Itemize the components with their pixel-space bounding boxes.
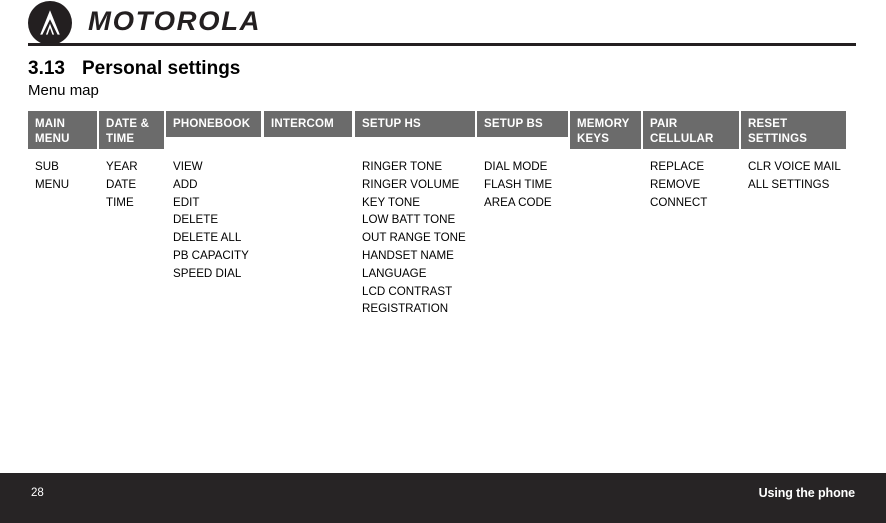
menu-map-column-header[interactable]: MEMORY KEYS [570, 111, 641, 149]
menu-map-column-header[interactable]: PHONEBOOK [166, 111, 261, 137]
menu-map-column-items: REPLACE REMOVE CONNECT [643, 149, 739, 211]
menu-map-item[interactable]: AREA CODE [484, 194, 568, 212]
footer-page-number: 28 [31, 487, 44, 499]
menu-map-column-header-line: RESET [748, 118, 788, 130]
menu-map-item[interactable]: DELETE [173, 211, 261, 229]
menu-map-table: MAIN MENU SUB MENU DATE & TIME YEAR DATE TIME PHO… [28, 111, 846, 331]
brand-wordmark-text: MOTOROLA [88, 5, 262, 36]
menu-map-column-header[interactable]: INTERCOM [264, 111, 352, 137]
menu-map-item[interactable]: REGISTRATION [362, 300, 475, 318]
section-number: 3.13 [28, 58, 65, 79]
menu-map-item[interactable]: REPLACE [650, 158, 739, 176]
menu-map-item[interactable]: MENU [35, 176, 97, 194]
menu-map-item[interactable]: EDIT [173, 194, 261, 212]
page-footer: 28 Using the phone [0, 473, 886, 523]
menu-map-item[interactable]: RINGER VOLUME [362, 176, 475, 194]
brand-header: MOTOROLA [28, 0, 856, 46]
menu-map-column: SETUP HS RINGER TONE RINGER VOLUME KEY TONE… [355, 111, 475, 318]
menu-map-column-header-line: PHONEBOOK [173, 118, 251, 130]
menu-map-column-items [570, 149, 641, 158]
menu-map-column-header-line: KEYS [577, 132, 610, 145]
menu-map-item[interactable]: VIEW [173, 158, 261, 176]
menu-map-item[interactable]: RINGER TONE [362, 158, 475, 176]
menu-map-column-header-line: SETUP HS [362, 118, 421, 130]
footer-section-label: Using the phone [758, 486, 856, 500]
menu-map-column-items: RINGER TONE RINGER VOLUME KEY TONE LOW BATT… [355, 149, 475, 318]
menu-map-column: RESET SETTINGS CLR VOICE MAIL ALL SETTINGS [741, 111, 846, 194]
menu-map-column-items: YEAR DATE TIME [99, 149, 164, 211]
menu-map-item[interactable]: YEAR [106, 158, 164, 176]
menu-map-column: MEMORY KEYS [570, 111, 641, 158]
menu-map-item[interactable]: LOW BATT TONE [362, 211, 475, 229]
menu-map-column-items [264, 149, 352, 158]
menu-map-column: DATE & TIME YEAR DATE TIME [99, 111, 164, 211]
menu-map-column-header-line: SETTINGS [748, 132, 808, 145]
menu-map-column: MAIN MENU SUB MENU [28, 111, 97, 194]
menu-map-item[interactable]: DELETE ALL [173, 229, 261, 247]
motorola-batwing-logo-icon [28, 1, 72, 45]
menu-map-item[interactable]: ALL SETTINGS [748, 176, 846, 194]
menu-map-column-header[interactable]: SETUP HS [355, 111, 475, 137]
menu-map-column-header-line: INTERCOM [271, 118, 334, 130]
menu-map-column-header-line: TIME [106, 132, 135, 145]
menu-map-column-header[interactable]: RESET SETTINGS [741, 111, 846, 149]
menu-map-column-items: CLR VOICE MAIL ALL SETTINGS [741, 149, 846, 194]
menu-map-column: INTERCOM [264, 111, 352, 158]
menu-map-item[interactable]: CONNECT [650, 194, 739, 212]
menu-map-column-header-line: MENU [35, 132, 70, 145]
menu-map-item[interactable]: SPEED DIAL [173, 265, 261, 283]
menu-map-column-header-line: SETUP BS [484, 118, 543, 130]
menu-map-column-items: DIAL MODE FLASH TIME AREA CODE [477, 149, 568, 211]
menu-map-item[interactable]: OUT RANGE TONE [362, 229, 475, 247]
menu-map-column-header[interactable]: DATE & TIME [99, 111, 164, 149]
menu-map-column-header-line: MEMORY [577, 118, 630, 130]
menu-map-item[interactable]: ADD [173, 176, 261, 194]
menu-map-item[interactable]: FLASH TIME [484, 176, 568, 194]
brand-wordmark: MOTOROLA [88, 5, 262, 37]
menu-map-item[interactable]: SUB [35, 158, 97, 176]
section-title: Personal settings [81, 58, 241, 79]
menu-map-column-items: SUB MENU [28, 149, 97, 194]
subsection-title: Menu map [28, 82, 99, 99]
menu-map-column-items: VIEW ADD EDIT DELETE DELETE ALL PB CAPACITY SP… [166, 149, 261, 283]
menu-map-column-header-line: MAIN [35, 118, 66, 130]
menu-map-column-header[interactable]: MAIN MENU [28, 111, 97, 149]
menu-map-item[interactable]: LCD CONTRAST [362, 283, 475, 301]
menu-map-column-header-line: DATE & [106, 118, 150, 130]
menu-map-item[interactable]: DATE [106, 176, 164, 194]
menu-map-item[interactable]: HANDSET NAME [362, 247, 475, 265]
menu-map-item[interactable]: KEY TONE [362, 194, 475, 212]
menu-map-column-header[interactable]: SETUP BS [477, 111, 568, 137]
menu-map-item[interactable]: TIME [106, 194, 164, 212]
menu-map-item[interactable]: REMOVE [650, 176, 739, 194]
menu-map-column-header-line: PAIR [650, 118, 678, 130]
menu-map-item[interactable]: DIAL MODE [484, 158, 568, 176]
menu-map-column: SETUP BS DIAL MODE FLASH TIME AREA CODE [477, 111, 568, 211]
menu-map-column: PAIR CELLULAR REPLACE REMOVE CONNECT [643, 111, 739, 211]
menu-map-item[interactable]: PB CAPACITY [173, 247, 261, 265]
page-title: 3.13 Personal settings [28, 58, 240, 80]
menu-map-column-header-line: CELLULAR [650, 132, 714, 145]
header-divider-rule [28, 43, 856, 46]
menu-map-item[interactable]: CLR VOICE MAIL [748, 158, 846, 176]
menu-map-column: PHONEBOOK VIEW ADD EDIT DELETE DELETE ALL PB C… [166, 111, 261, 283]
menu-map-item[interactable]: LANGUAGE [362, 265, 475, 283]
menu-map-column-header[interactable]: PAIR CELLULAR [643, 111, 739, 149]
